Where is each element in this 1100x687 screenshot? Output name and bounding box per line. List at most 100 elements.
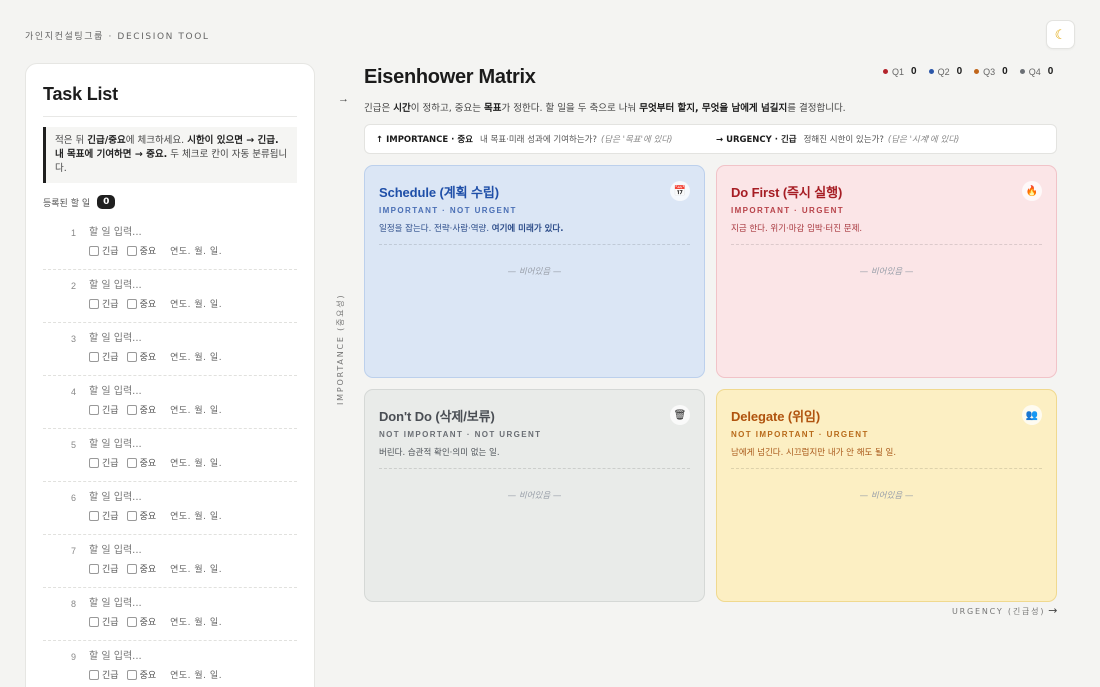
task-hint: 적은 뒤 긴급/중요에 체크하세요. 시한이 있으면 → 긴급. 내 목표에 기… bbox=[43, 127, 297, 183]
legend-count: 0 bbox=[956, 66, 963, 77]
task-row: 5 긴급 중요 연도. 월. 일.▆ bbox=[43, 429, 297, 482]
urgent-checkbox[interactable] bbox=[89, 245, 99, 256]
legend-item-q4: Q4 0 bbox=[1019, 66, 1054, 77]
due-date-field[interactable]: 연도. 월. 일.▆ bbox=[164, 509, 222, 522]
task-input[interactable] bbox=[89, 595, 289, 611]
task-row: 9 긴급 중요 연도. 월. 일.▆ bbox=[43, 641, 297, 687]
due-date-field[interactable]: 연도. 월. 일.▆ bbox=[164, 350, 222, 363]
due-date-placeholder: 연도. 월. 일. bbox=[170, 618, 223, 628]
moon-icon: ☾ bbox=[1054, 26, 1067, 42]
important-checkbox[interactable] bbox=[126, 563, 137, 574]
task-count-row: 등록된 할 일 0 bbox=[43, 195, 297, 209]
importance-axis-label: IMPORTANCE (중요성) bbox=[336, 293, 345, 405]
due-date-field[interactable]: 연도. 월. 일.▆ bbox=[164, 297, 222, 310]
urgent-checkbox[interactable] bbox=[89, 404, 99, 415]
legend-item-q3: Q3 0 bbox=[974, 66, 1008, 77]
urgency-axis-label: URGENCY (긴급성) → bbox=[952, 604, 1058, 617]
urgent-label: 긴급 bbox=[102, 247, 119, 257]
quadrant-schedule[interactable]: Schedule (계획 수립) IMPORTANT · NOT URGENT … bbox=[364, 165, 705, 378]
task-count-badge: 0 bbox=[97, 195, 116, 209]
important-label: 중요 bbox=[139, 300, 157, 310]
important-label: 중요 bbox=[139, 406, 157, 416]
important-label: 중요 bbox=[139, 671, 157, 681]
important-checkbox[interactable] bbox=[126, 669, 137, 680]
important-checkbox[interactable] bbox=[126, 298, 137, 309]
legend-count: 0 bbox=[911, 66, 917, 77]
urgent-checkbox[interactable] bbox=[89, 669, 99, 680]
quadrant-empty-state: — 비어있음 — bbox=[507, 491, 562, 501]
task-number: 8 bbox=[71, 599, 77, 609]
legend-label: Q1 bbox=[892, 66, 905, 77]
legend-label: Q3 bbox=[983, 66, 996, 77]
due-date-placeholder: 연도. 월. 일. bbox=[170, 406, 223, 416]
due-date-placeholder: 연도. 월. 일. bbox=[170, 671, 223, 681]
task-input[interactable] bbox=[89, 224, 289, 240]
legend-label: Q4 bbox=[1028, 66, 1041, 77]
task-options: 긴급 중요 연도. 월. 일.▆ bbox=[89, 668, 222, 681]
task-input[interactable] bbox=[89, 489, 289, 505]
legend-dot bbox=[928, 69, 934, 74]
urgent-checkbox[interactable] bbox=[89, 616, 99, 627]
task-options: 긴급 중요 연도. 월. 일.▆ bbox=[89, 615, 222, 628]
urgent-checkbox[interactable] bbox=[89, 351, 99, 362]
task-row: 8 긴급 중요 연도. 월. 일.▆ bbox=[43, 588, 297, 641]
matrix-description: 긴급은 시간이 정하고, 중요는 목표가 정한다. 할 일을 두 축으로 나눠 … bbox=[364, 103, 846, 114]
theme-toggle-button[interactable]: ☾ bbox=[1046, 20, 1075, 49]
due-date-field[interactable]: 연도. 월. 일.▆ bbox=[164, 403, 222, 416]
urgent-label: 긴급 bbox=[102, 512, 119, 522]
importance-explainer: ↑ IMPORTANCE · 중요 내 목표·미래 성과에 기여하는가? (답은… bbox=[376, 135, 673, 145]
important-checkbox[interactable] bbox=[126, 404, 137, 415]
task-input[interactable] bbox=[89, 542, 289, 558]
quadrant-tag: NOT IMPORTANT · URGENT bbox=[731, 430, 869, 439]
legend-count: 0 bbox=[1047, 66, 1054, 77]
due-date-field[interactable]: 연도. 월. 일.▆ bbox=[164, 562, 222, 575]
important-checkbox[interactable] bbox=[126, 457, 137, 468]
important-checkbox[interactable] bbox=[126, 616, 137, 627]
people-icon: 👥 bbox=[1022, 405, 1042, 425]
task-options: 긴급 중요 연도. 월. 일.▆ bbox=[89, 297, 222, 310]
important-checkbox[interactable] bbox=[126, 245, 137, 256]
due-date-field[interactable]: 연도. 월. 일.▆ bbox=[164, 456, 222, 469]
arrow-right-icon: → bbox=[1048, 604, 1058, 617]
task-input[interactable] bbox=[89, 436, 289, 452]
task-row: 6 긴급 중요 연도. 월. 일.▆ bbox=[43, 482, 297, 535]
due-date-field[interactable]: 연도. 월. 일.▆ bbox=[164, 668, 222, 681]
due-date-placeholder: 연도. 월. 일. bbox=[170, 459, 223, 469]
task-count-label: 등록된 할 일 bbox=[43, 198, 91, 209]
fire-icon: 🔥 bbox=[1022, 181, 1042, 201]
important-checkbox[interactable] bbox=[126, 351, 137, 362]
task-input[interactable] bbox=[89, 330, 289, 346]
task-number: 5 bbox=[71, 440, 77, 450]
arrow-right-icon: → bbox=[338, 93, 349, 105]
due-date-field[interactable]: 연도. 월. 일.▆ bbox=[164, 615, 222, 628]
urgent-label: 긴급 bbox=[102, 565, 119, 575]
task-list-title: Task List bbox=[43, 84, 297, 117]
task-input[interactable] bbox=[89, 277, 289, 293]
important-checkbox[interactable] bbox=[126, 510, 137, 521]
urgent-label: 긴급 bbox=[102, 618, 119, 628]
matrix-title: Eisenhower Matrix bbox=[364, 66, 536, 88]
legend-dot bbox=[974, 69, 980, 74]
quadrant-do-first[interactable]: Do First (즉시 실행) IMPORTANT · URGENT 지금 한… bbox=[716, 165, 1057, 378]
task-options: 긴급 중요 연도. 월. 일.▆ bbox=[89, 403, 222, 416]
urgent-label: 긴급 bbox=[102, 353, 119, 363]
trash-icon: 🗑 bbox=[670, 405, 690, 425]
task-list: 1긴급중요연도. 월. 일.▆2긴급중요연도. 월. 일.▆3긴급중요연도. 월… bbox=[43, 217, 297, 687]
urgent-checkbox[interactable] bbox=[89, 510, 99, 521]
important-label: 중요 bbox=[139, 618, 157, 628]
urgent-checkbox[interactable] bbox=[89, 563, 99, 574]
quadrant-tag: IMPORTANT · NOT URGENT bbox=[379, 206, 517, 215]
due-date-field[interactable]: 연도. 월. 일.▆ bbox=[164, 244, 222, 257]
task-panel: Task List 적은 뒤 긴급/중요에 체크하세요. 시한이 있으면 → 긴… bbox=[25, 63, 315, 687]
urgent-checkbox[interactable] bbox=[89, 457, 99, 468]
quadrant-delegate[interactable]: Delegate (위임) NOT IMPORTANT · URGENT 남에게… bbox=[716, 389, 1057, 602]
urgent-checkbox[interactable] bbox=[89, 298, 99, 309]
urgent-label: 긴급 bbox=[102, 300, 119, 310]
task-row: 7 긴급 중요 연도. 월. 일.▆ bbox=[43, 535, 297, 588]
urgent-label: 긴급 bbox=[102, 406, 119, 416]
quadrant-dont-do[interactable]: Don't Do (삭제/보류) NOT IMPORTANT · NOT URG… bbox=[364, 389, 705, 602]
task-input[interactable] bbox=[89, 648, 289, 664]
urgent-label: 긴급 bbox=[102, 459, 119, 469]
task-options: 긴급 중요 연도. 월. 일.▆ bbox=[89, 350, 222, 363]
task-input[interactable] bbox=[89, 383, 289, 399]
